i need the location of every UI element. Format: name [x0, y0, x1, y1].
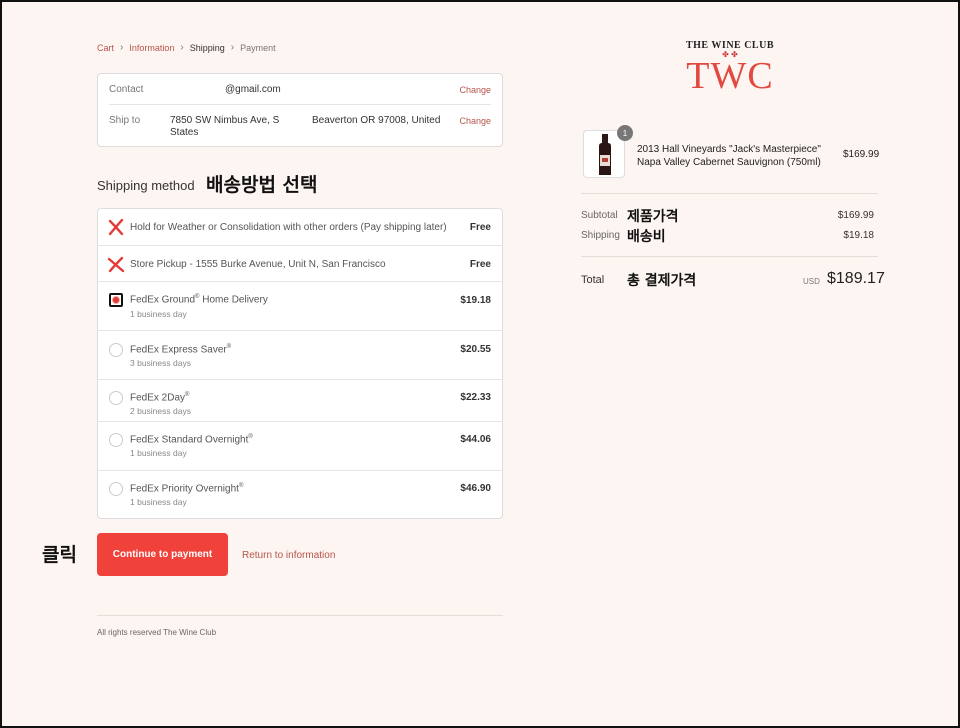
quantity-badge: 1	[617, 125, 633, 141]
shipping-option-hold[interactable]: Hold for Weather or Consolidation with o…	[98, 209, 502, 246]
shipping-option-name: FedEx Priority Overnight®	[130, 483, 244, 495]
ship-to-city: Beaverton OR 97008, United	[312, 115, 441, 126]
shipping-option-name: FedEx Ground® Home Delivery	[130, 294, 268, 306]
footer-copyright: All rights reserved The Wine Club	[97, 628, 217, 637]
breadcrumb-cart[interactable]: Cart	[97, 43, 114, 53]
shipping-option-fedex-standard-overnight[interactable]: FedEx Standard Overnight® 1 business day…	[98, 421, 502, 470]
total-value: $189.17	[827, 270, 885, 287]
product-name-line1: 2013 Hall Vineyards "Jack's Masterpiece"	[637, 144, 821, 155]
subtotal-annotation: 제품가격	[627, 209, 679, 225]
continue-to-payment-button[interactable]: Continue to payment	[97, 533, 228, 576]
shipping-option-fedex-priority-overnight[interactable]: FedEx Priority Overnight® 1 business day…	[98, 470, 502, 518]
shipping-option-eta: 1 business day	[130, 309, 187, 319]
contact-value: @gmail.com	[225, 84, 281, 95]
shipping-option-price: $19.18	[460, 295, 491, 306]
radio-unselected[interactable]	[109, 391, 123, 405]
return-to-information-link[interactable]: Return to information	[242, 550, 335, 561]
breadcrumb: Cart › Information › Shipping › Payment	[97, 42, 276, 53]
breadcrumb-shipping: Shipping	[189, 42, 225, 53]
subtotal-value: $169.99	[837, 210, 874, 221]
divider	[109, 104, 491, 105]
shipping-option-store-pickup[interactable]: Store Pickup - 1555 Burke Avenue, Unit N…	[98, 245, 502, 282]
shipping-option-fedex-2day[interactable]: FedEx 2Day® 2 business days $22.33	[98, 379, 502, 421]
radio-unselected[interactable]	[109, 343, 123, 357]
contact-change-link[interactable]: Change	[459, 85, 491, 95]
contact-label: Contact	[109, 84, 144, 95]
shipping-method-annotation: 배송방법 선택	[206, 174, 318, 196]
product-name-line2: Napa Valley Cabernet Sauvignon (750ml)	[637, 157, 821, 168]
total-annotation: 총 결제가격	[627, 273, 697, 289]
breadcrumb-payment: Payment	[240, 42, 276, 53]
summary-divider	[581, 193, 878, 194]
shipping-option-price: $44.06	[460, 434, 491, 445]
shipping-option-fedex-ground[interactable]: FedEx Ground® Home Delivery 1 business d…	[98, 281, 502, 330]
shipping-option-fedex-express-saver[interactable]: FedEx Express Saver® 3 business days $20…	[98, 330, 502, 379]
shipping-option-price: Free	[469, 259, 491, 270]
page-frame: Cart › Information › Shipping › Payment …	[0, 0, 960, 728]
shipping-option-price: $46.90	[460, 483, 491, 494]
ship-to-change-link[interactable]: Change	[459, 116, 491, 126]
logo-mark: TWC	[686, 55, 774, 97]
shipping-option-name: Store Pickup - 1555 Burke Avenue, Unit N…	[130, 259, 386, 270]
shipping-option-eta: 2 business days	[130, 406, 191, 416]
shipping-option-name: FedEx Standard Overnight®	[130, 434, 253, 446]
subtotal-label: Subtotal	[581, 210, 618, 221]
chevron-right-icon: ›	[120, 42, 124, 53]
shipping-label: Shipping	[581, 230, 620, 241]
x-mark-icon	[108, 218, 124, 236]
breadcrumb-information[interactable]: Information	[129, 43, 174, 53]
shipping-option-name: FedEx 2Day®	[130, 392, 190, 404]
chevron-right-icon: ›	[230, 42, 235, 53]
ship-to-address-line1: 7850 SW Nimbus Ave, S	[170, 115, 280, 126]
footer-divider	[97, 615, 503, 616]
product-name: 2013 Hall Vineyards "Jack's Masterpiece"…	[637, 143, 837, 169]
shipping-option-price: $20.55	[460, 344, 491, 355]
summary-divider	[581, 256, 878, 257]
ship-to-address-line2: States	[170, 127, 199, 138]
shipping-options-list: Hold for Weather or Consolidation with o…	[97, 208, 503, 519]
logo[interactable]: THE WINE CLUB ✤ ✤ TWC	[674, 40, 786, 102]
shipping-option-name: FedEx Express Saver®	[130, 344, 232, 356]
shipping-method-title: Shipping method	[97, 178, 195, 193]
shipping-value: $19.18	[843, 230, 874, 241]
shipping-option-eta: 1 business day	[130, 448, 187, 458]
click-annotation: 클릭	[42, 544, 77, 566]
radio-unselected[interactable]	[109, 433, 123, 447]
radio-selected[interactable]	[109, 293, 123, 307]
radio-unselected[interactable]	[109, 482, 123, 496]
review-box: Contact @gmail.com Change Ship to 7850 S…	[97, 73, 503, 147]
chevron-right-icon: ›	[180, 42, 184, 53]
shipping-option-name: Hold for Weather or Consolidation with o…	[130, 222, 447, 233]
shipping-annotation: 배송비	[627, 229, 666, 245]
product-price: $169.99	[843, 149, 880, 160]
total-label: Total	[581, 274, 605, 286]
x-mark-icon	[107, 256, 125, 273]
ship-to-label: Ship to	[109, 115, 141, 126]
shipping-option-eta: 1 business day	[130, 497, 187, 507]
currency-code: USD	[803, 277, 820, 286]
shipping-option-eta: 3 business days	[130, 358, 191, 368]
shipping-option-price: $22.33	[460, 392, 491, 403]
shipping-option-price: Free	[469, 222, 491, 233]
